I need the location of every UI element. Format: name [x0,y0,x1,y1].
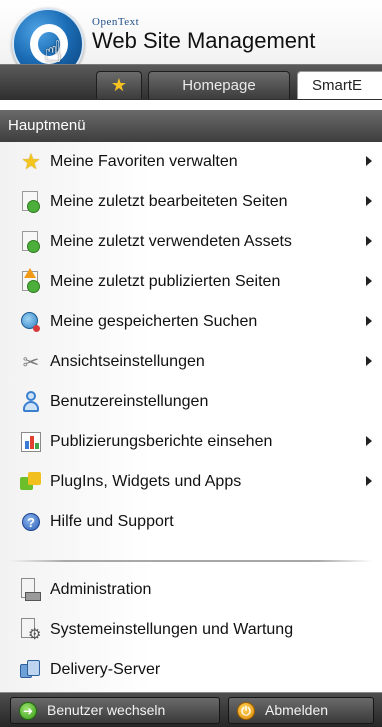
menu-item-label: Meine zuletzt publizierten Seiten [50,273,281,290]
star-icon: ★ [110,75,128,95]
arrow-right-icon: ➜ [19,701,37,720]
bar-chart-icon [21,432,41,452]
menu-item-recent-edited-pages[interactable]: Meine zuletzt bearbeiteten Seiten [0,182,382,222]
menu-item-label: Publizierungsberichte einsehen [50,433,273,450]
menu-item-label: Ansichtseinstellungen [50,353,205,370]
menu-item-plugins-widgets-apps[interactable]: PlugIns, Widgets und Apps [0,462,382,502]
menu-item-user-settings[interactable]: Benutzereinstellungen [0,382,382,422]
page-clock-icon [20,190,42,214]
menu-item-label: Meine gespeicherten Suchen [50,313,258,330]
menu-item-view-settings[interactable]: ✂ Ansichtseinstellungen [0,342,382,382]
menu-item-label: Meine zuletzt verwendeten Assets [50,233,292,250]
menu-separator [10,560,372,562]
page-clock-icon [20,230,42,254]
logout-button[interactable]: ⏻ Abmelden [228,697,374,724]
switch-user-label: Benutzer wechseln [47,702,166,718]
footer-bar: ➜ Benutzer wechseln ⏻ Abmelden [0,692,382,727]
submenu-arrow-icon [366,236,372,246]
brand-product-title: Web Site Management [92,28,316,53]
menu-item-saved-searches[interactable]: Meine gespeicherten Suchen [0,302,382,342]
menu-item-recent-assets[interactable]: Meine zuletzt verwendeten Assets [0,222,382,262]
power-icon: ⏻ [237,701,255,720]
tab-homepage[interactable]: Homepage [148,71,290,99]
menu-item-label: Meine zuletzt bearbeiteten Seiten [50,193,288,210]
submenu-arrow-icon [366,156,372,166]
tab-favorites[interactable]: ★ [96,71,142,99]
tab-smartedit[interactable]: SmartE [297,71,382,99]
menu-item-label: Benutzereinstellungen [50,393,209,410]
submenu-arrow-icon [366,316,372,326]
app-header: ☝ OpenText Web Site Management ★ Homepag… [0,0,382,100]
menu-item-label: Meine Favoriten verwalten [50,153,238,170]
system-settings-icon: ⚙ [20,618,42,642]
menu-item-administration[interactable]: Administration [0,570,382,610]
menu-item-label: Systemeinstellungen und Wartung [50,621,294,638]
saved-search-icon [20,311,42,333]
admin-menu-list: Administration ⚙ Systemeinstellungen und… [0,570,382,690]
submenu-arrow-icon [366,276,372,286]
delivery-server-icon [20,660,42,680]
puzzle-icon [20,472,42,492]
menu-item-label: PlugIns, Widgets und Apps [50,473,242,490]
brand-company: OpenText [92,16,140,28]
menu-item-recent-published-pages[interactable]: Meine zuletzt publizierten Seiten [0,262,382,302]
page-publish-icon [20,268,42,294]
administration-icon [20,578,42,602]
submenu-arrow-icon [366,196,372,206]
help-icon: ? [22,513,40,531]
submenu-arrow-icon [366,436,372,446]
menu-item-system-settings[interactable]: ⚙ Systemeinstellungen und Wartung [0,610,382,650]
main-menu-list: ★ Meine Favoriten verwalten Meine zuletz… [0,142,382,542]
user-icon [22,391,40,413]
tab-strip: ★ Homepage SmartE [0,64,382,100]
switch-user-button[interactable]: ➜ Benutzer wechseln [10,697,220,724]
submenu-arrow-icon [366,476,372,486]
menu-item-manage-favorites[interactable]: ★ Meine Favoriten verwalten [0,142,382,182]
main-menu-title: Hauptmenü [0,110,382,142]
star-icon: ★ [21,149,41,174]
menu-item-publishing-reports[interactable]: Publizierungsberichte einsehen [0,422,382,462]
menu-item-label: Hilfe und Support [50,513,174,530]
submenu-arrow-icon [366,356,372,366]
logout-label: Abmelden [265,702,329,718]
menu-item-label: Delivery-Server [50,661,161,678]
menu-item-help-support[interactable]: ? Hilfe und Support [0,502,382,542]
menu-item-delivery-server[interactable]: Delivery-Server [0,650,382,690]
tools-icon: ✂ [22,351,40,374]
menu-item-label: Administration [50,581,152,598]
main-menu-panel: ★ Meine Favoriten verwalten Meine zuletz… [0,142,382,692]
